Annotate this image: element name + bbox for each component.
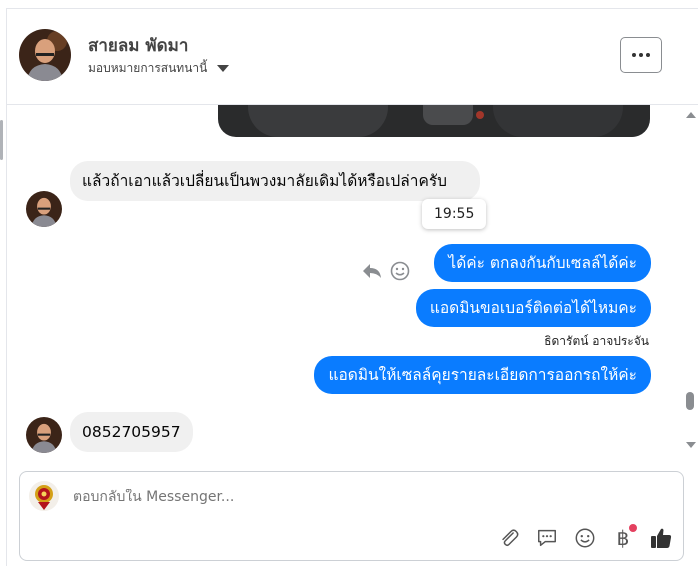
contact-avatar[interactable] [19,29,71,81]
emoji-icon [575,528,595,548]
notification-dot [629,524,637,532]
reply-input[interactable] [73,489,493,505]
emoji-button[interactable] [573,526,597,550]
saved-replies-icon [538,529,556,547]
assign-label: มอบหมายการสนทนานี้ [88,61,208,75]
message-scrollbar[interactable] [684,108,698,454]
like-button[interactable] [649,526,673,550]
image-attachment[interactable] [218,105,650,137]
reply-icon[interactable] [362,262,382,280]
sender-name: ธิดารัตน์ อาจประจัน [544,334,649,348]
incoming-message[interactable]: 0852705957 [70,412,193,452]
outgoing-message[interactable]: แอดมินขอเบอร์ติดต่อได้ไหมคะ [415,289,651,327]
composer-toolbar: ฿ [497,524,673,550]
conversation-header: สายลม พัดมา มอบหมายการสนทนานี้ [6,8,698,105]
panel-divider [0,120,3,160]
message-list[interactable]: แล้วถ้าเอาแล้วเปลี่ยนเป็นพวงมาลัยเดิมได้… [6,105,682,460]
scroll-down-arrow[interactable] [686,442,696,448]
more-icon [632,53,636,57]
more-options-button[interactable] [620,37,662,73]
emoji-react-icon[interactable] [390,261,410,281]
page-avatar [29,481,59,511]
contact-avatar-small [26,191,62,227]
contact-name[interactable]: สายลม พัดมา [88,32,188,59]
reply-composer: ฿ [19,471,684,561]
assign-conversation[interactable]: มอบหมายการสนทนานี้ [88,59,230,78]
chevron-down-icon [217,65,230,72]
saved-replies-button[interactable] [535,526,559,550]
like-icon [651,528,672,548]
message-actions [362,261,410,281]
outgoing-message[interactable]: ได้ค่ะ ตกลงกันกับเซลล์ได้ค่ะ [434,244,651,282]
outgoing-message[interactable]: แอดมินให้เซลล์คุยรายละเอียดการออกรถให้ค่… [314,356,651,394]
scroll-thumb[interactable] [686,392,694,410]
attachment-icon [502,529,519,547]
contact-avatar-small [26,417,62,453]
payment-button[interactable]: ฿ [611,524,637,550]
payment-icon: ฿ [616,526,630,550]
scroll-up-arrow[interactable] [686,112,696,118]
timestamp-tooltip: 19:55 [422,199,487,229]
attachment-button[interactable] [497,526,521,550]
incoming-message[interactable]: แล้วถ้าเอาแล้วเปลี่ยนเป็นพวงมาลัยเดิมได้… [70,161,480,201]
